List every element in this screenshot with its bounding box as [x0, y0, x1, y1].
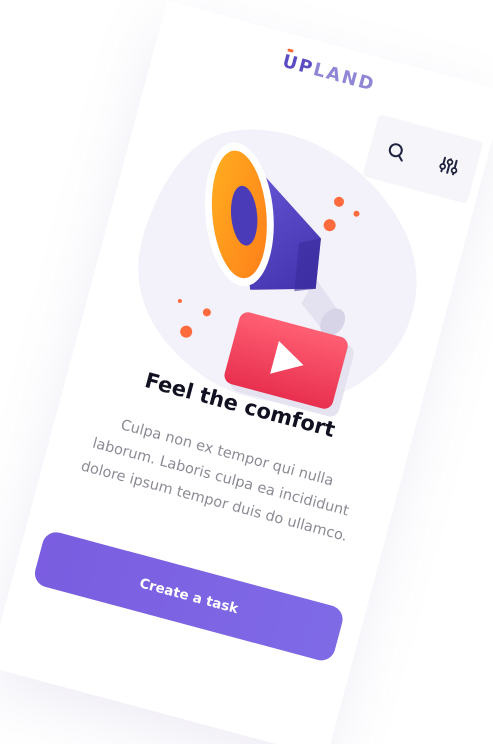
logo-rest-text: LAND: [310, 59, 378, 96]
app-stage: UPLAND Feel the comfort Culpa non ex tem…: [0, 0, 493, 744]
onboarding-screen: UPLAND Feel the comfort Culpa non ex tem…: [0, 0, 493, 744]
logo-up-text: UP: [280, 50, 317, 80]
logo-up: UP: [280, 48, 317, 80]
create-task-button[interactable]: Create a task: [31, 529, 346, 664]
